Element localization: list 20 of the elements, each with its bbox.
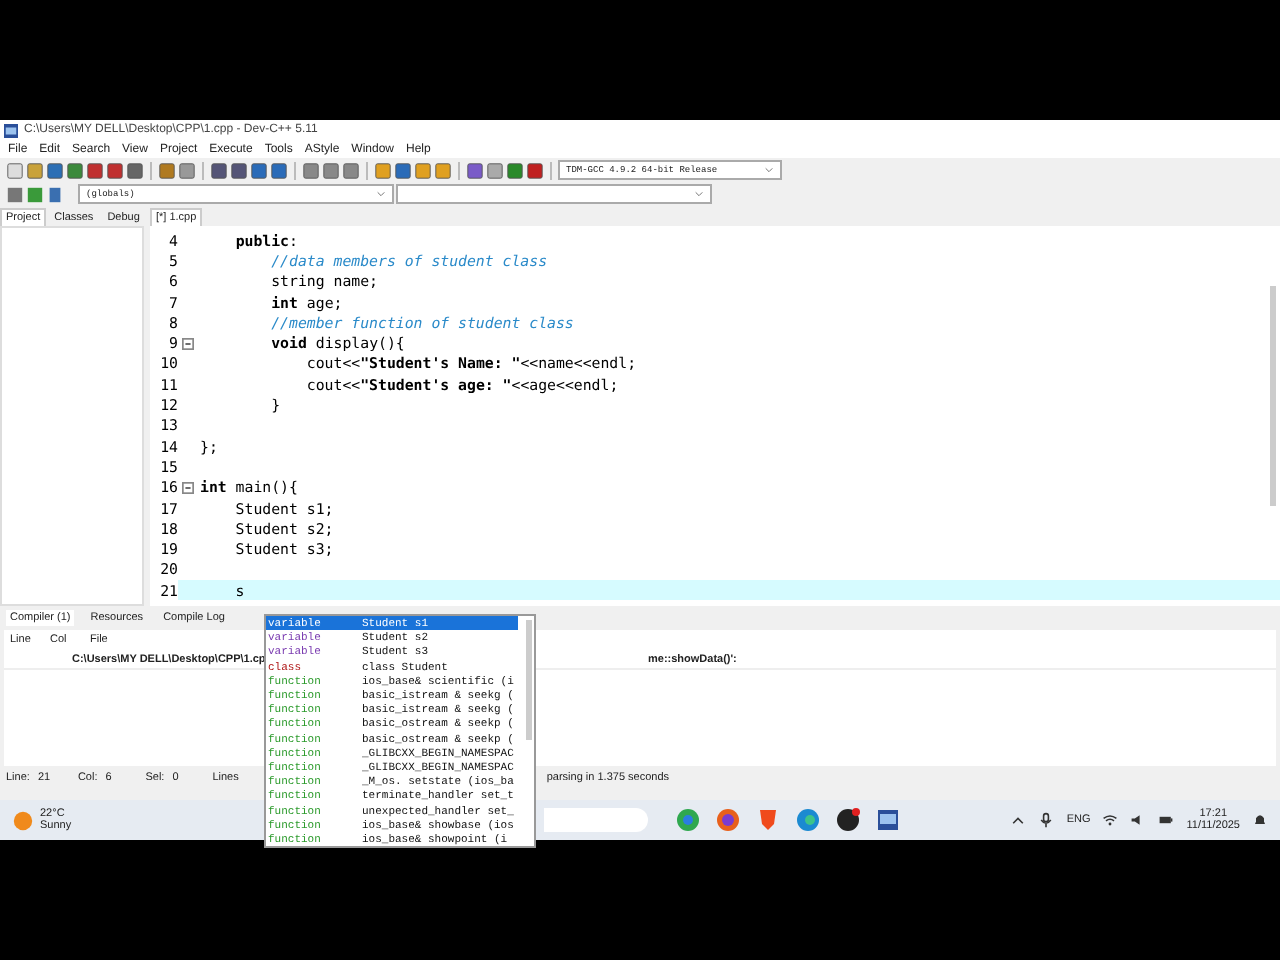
browser-icon[interactable] [675, 808, 700, 832]
browser-icon[interactable] [795, 808, 820, 832]
browser-icon[interactable] [715, 808, 740, 832]
search-field[interactable] [543, 808, 648, 832]
bell-icon[interactable] [1252, 812, 1268, 828]
ide-icon[interactable] [875, 808, 900, 832]
collapse-icon[interactable] [181, 481, 193, 494]
chevron-down-icon [376, 190, 386, 198]
microphone-icon[interactable] [1038, 812, 1055, 828]
app-icon[interactable] [835, 808, 860, 832]
battery-icon[interactable] [1158, 812, 1175, 828]
scrollbar[interactable] [526, 620, 532, 740]
chevron-icon[interactable] [1010, 812, 1027, 828]
collapse-icon[interactable] [181, 337, 193, 350]
scrollbar[interactable] [1270, 286, 1276, 506]
chevron-down-icon [764, 166, 774, 174]
app-icon [4, 123, 18, 137]
wifi-icon[interactable] [1102, 812, 1119, 828]
chevron-down-icon [694, 190, 704, 198]
shield-icon[interactable] [755, 808, 780, 832]
